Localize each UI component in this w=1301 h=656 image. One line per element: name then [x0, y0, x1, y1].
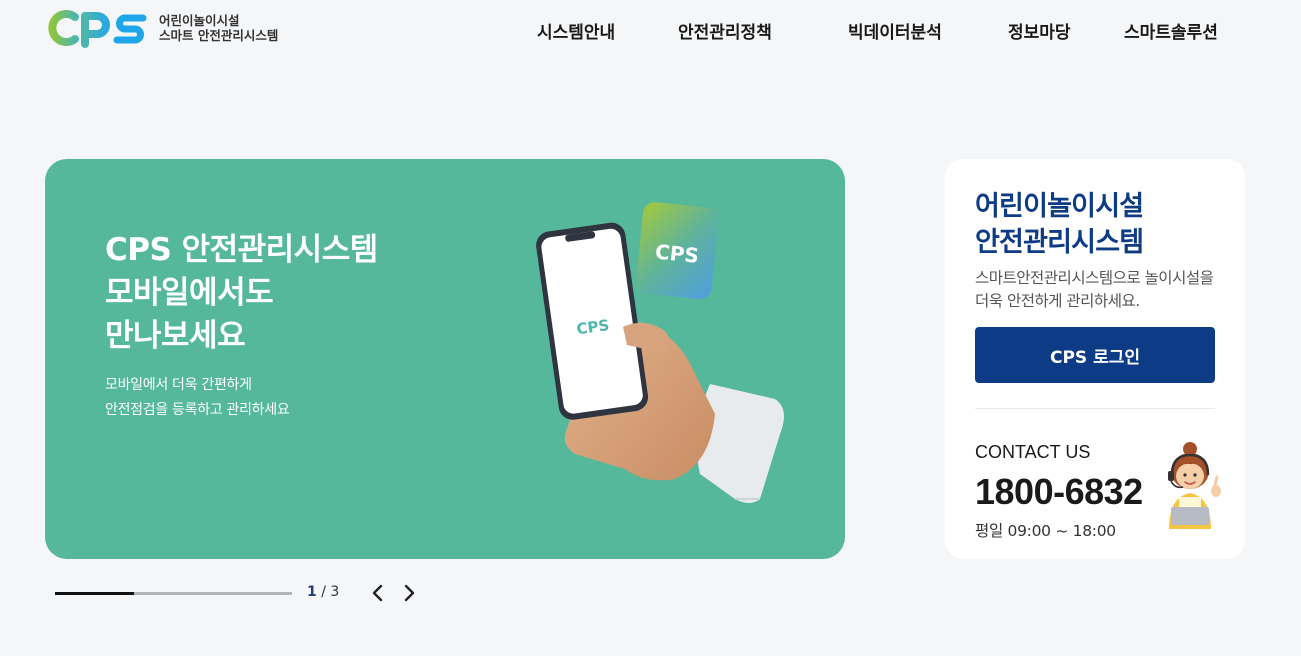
nav-item-bigdata[interactable]: 빅데이터분석: [848, 18, 942, 43]
contact-hours: 평일 09:00 ~ 18:00: [975, 522, 1116, 540]
nav-item-safety-policy[interactable]: 안전관리정책: [678, 18, 772, 43]
contact-label: CONTACT US: [975, 442, 1091, 462]
card-title-line-2: 안전관리시스템: [975, 227, 1144, 258]
card-divider: [975, 408, 1215, 409]
slide-pager: 1 / 3: [307, 584, 339, 600]
nav-item-system-guide[interactable]: 시스템안내: [537, 18, 615, 43]
hero-description: 모바일에서 더욱 간편하게 안전점검을 등록하고 관리하세요: [105, 373, 290, 423]
nav-item-info[interactable]: 정보마당: [1008, 18, 1071, 43]
site-header: 어린이놀이시설 스마트 안전관리시스템 시스템안내 안전관리정책 빅데이터분석 …: [0, 0, 1301, 60]
hero-desc-line-1: 모바일에서 더욱 간편하게: [105, 377, 252, 393]
nav-item-smart-solution[interactable]: 스마트솔루션: [1124, 18, 1218, 43]
hero-title-line-1: CPS 안전관리시스템: [105, 232, 378, 268]
hero-title-line-3: 만나보세요: [105, 318, 246, 354]
logo-line-2: 스마트 안전관리시스템: [159, 28, 279, 43]
svg-text:CPS: CPS: [654, 239, 700, 267]
cps-login-button[interactable]: CPS 로그인: [975, 327, 1215, 383]
headset-operator-icon: [1168, 442, 1221, 529]
pager-total: 3: [330, 584, 340, 600]
hero-title: CPS 안전관리시스템 모바일에서도 만나보세요: [105, 229, 378, 358]
slide-progress-fill: [55, 592, 134, 595]
chevron-left-icon[interactable]: [367, 582, 389, 604]
site-logo[interactable]: 어린이놀이시설 스마트 안전관리시스템: [45, 8, 278, 48]
slide-progress-bar: [55, 592, 292, 595]
hand-phone-illustration: CPS CPS: [536, 202, 784, 503]
card-description: 스마트안전관리시스템으로 놀이시설을 더욱 안전하게 관리하세요.: [975, 269, 1214, 310]
login-card: 어린이놀이시설 안전관리시스템 스마트안전관리시스템으로 놀이시설을 더욱 안전…: [945, 159, 1245, 559]
logo-line-1: 어린이놀이시설: [159, 13, 240, 28]
hero-desc-line-2: 안전점검을 등록하고 관리하세요: [105, 402, 290, 418]
logo-text: 어린이놀이시설 스마트 안전관리시스템: [159, 13, 278, 43]
chevron-right-icon[interactable]: [398, 582, 420, 604]
hero-title-line-2: 모바일에서도: [105, 275, 274, 311]
card-title: 어린이놀이시설 안전관리시스템: [975, 189, 1144, 261]
floating-cps-tile: CPS: [635, 202, 719, 300]
pager-separator: /: [321, 584, 326, 600]
contact-phone-number: 1800-6832: [975, 471, 1143, 512]
cps-logo-icon: [48, 10, 147, 48]
hero-slide[interactable]: CPS 안전관리시스템 모바일에서도 만나보세요 모바일에서 더욱 간편하게 안…: [45, 159, 845, 559]
pager-current: 1: [307, 584, 317, 600]
card-title-line-1: 어린이놀이시설: [975, 191, 1144, 222]
